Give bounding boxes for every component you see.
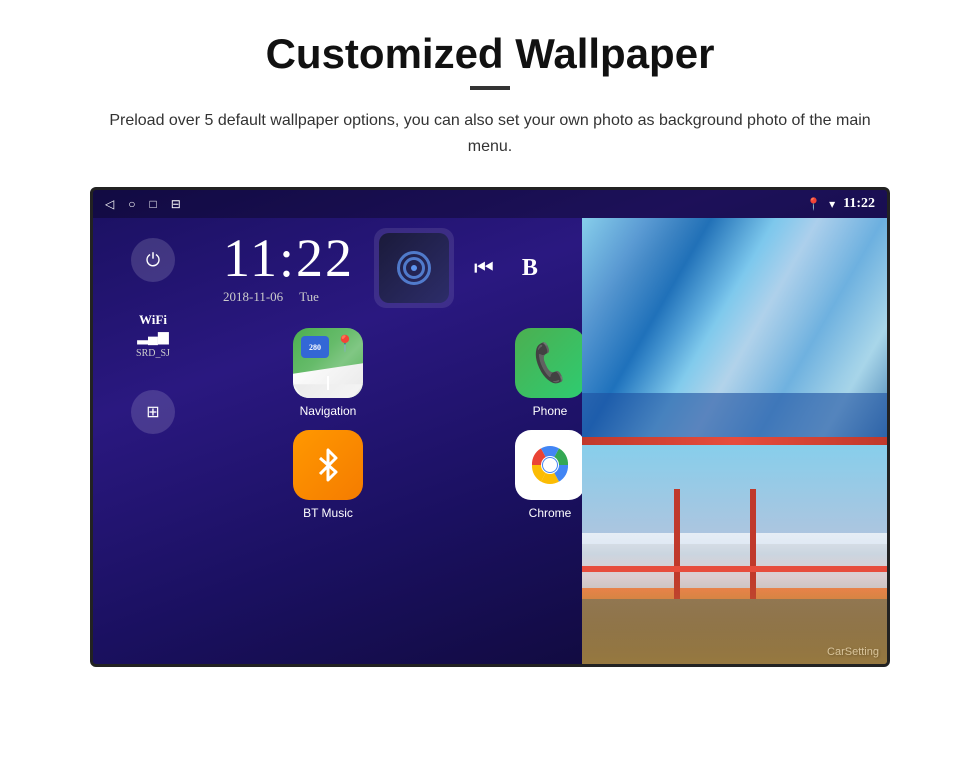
bridge-sky [582, 445, 887, 544]
android-screen: ◁ ○ □ ⊟ 📍 ▾ 11:22 ⏻ [90, 187, 890, 667]
app-navigation[interactable]: 280 📍 Navigation [223, 328, 433, 418]
back-icon[interactable]: ◁ [105, 197, 114, 212]
phone-icon: 📞 [515, 328, 585, 398]
wifi-label: WiFi [136, 312, 170, 329]
clock-date: 2018-11-06 Tue [223, 289, 354, 305]
signal-icon: ▾ [829, 197, 835, 212]
status-time: 11:22 [843, 196, 875, 212]
page-title: Customized Wallpaper [40, 30, 940, 78]
app-btmusic[interactable]: BT Music [223, 430, 433, 520]
bluetooth-svg [312, 446, 344, 484]
carsetting-label[interactable]: CarSetting [827, 646, 879, 658]
device-wrapper: ◁ ○ □ ⊟ 📍 ▾ 11:22 ⏻ [90, 187, 890, 667]
nav-pin-icon: 📍 [335, 334, 355, 354]
road-line [327, 376, 329, 390]
chrome-label: Chrome [529, 506, 572, 520]
status-left: ◁ ○ □ ⊟ [105, 197, 181, 212]
signal-dot [411, 265, 417, 271]
screenshot-icon[interactable]: ⊟ [171, 197, 181, 212]
grid-icon: ⊞ [146, 402, 159, 422]
main-content: ⏻ WiFi ▂▄▆ SRD_SJ ⊞ [93, 218, 887, 664]
power-button[interactable]: ⏻ [131, 238, 175, 282]
wifi-ssid: SRD_SJ [136, 347, 170, 360]
wallpaper-panel: CarSetting [582, 218, 887, 664]
sidebar: ⏻ WiFi ▂▄▆ SRD_SJ ⊞ [93, 218, 213, 664]
clock-day: Tue [299, 289, 319, 305]
navigation-icon: 280 📍 [293, 328, 363, 398]
clock-time: 11:22 [223, 231, 354, 285]
wifi-bars: ▂▄▆ [136, 329, 170, 347]
power-icon: ⏻ [146, 250, 160, 271]
home-icon[interactable]: ○ [128, 197, 135, 212]
bridge-tower-right [750, 489, 756, 609]
wifi-widget: WiFi ▂▄▆ SRD_SJ [136, 312, 170, 360]
apps-button[interactable]: ⊞ [131, 390, 175, 434]
phone-label: Phone [533, 404, 568, 418]
status-right: 📍 ▾ 11:22 [806, 196, 875, 212]
signal-widget [397, 251, 431, 285]
media-widget [374, 228, 454, 308]
prev-track-button[interactable]: ⏮ [474, 255, 494, 281]
wallpaper-ice[interactable] [582, 218, 887, 437]
chrome-icon [515, 430, 585, 500]
title-divider [470, 86, 510, 90]
bridge-deck [582, 566, 887, 572]
wallpaper-bridge[interactable]: CarSetting [582, 445, 887, 664]
chrome-svg [524, 439, 576, 491]
media-icon-inner [379, 233, 449, 303]
prev-icon: ⏮ [474, 255, 494, 280]
clock-date-value: 2018-11-06 [223, 289, 283, 305]
gps-icon: 📍 [806, 197, 821, 212]
navigation-label: Navigation [300, 404, 357, 418]
page-subtitle: Preload over 5 default wallpaper options… [100, 108, 880, 159]
ice-water [582, 393, 887, 437]
btmusic-icon [293, 430, 363, 500]
clock-block: 11:22 2018-11-06 Tue [223, 231, 354, 305]
bridge-fog [582, 533, 887, 588]
signal-circle-inner [403, 257, 425, 279]
recents-icon[interactable]: □ [149, 197, 156, 212]
track-letter: B [522, 255, 538, 282]
btmusic-label: BT Music [303, 506, 353, 520]
status-bar: ◁ ○ □ ⊟ 📍 ▾ 11:22 [93, 190, 887, 218]
signal-circle-outer [397, 251, 431, 285]
nav-badge: 280 [301, 336, 329, 358]
wallpaper-strip [582, 437, 887, 445]
phone-handset-icon: 📞 [525, 339, 575, 388]
bridge-tower-left [674, 489, 680, 609]
page-wrapper: Customized Wallpaper Preload over 5 defa… [0, 0, 980, 667]
bridge-ground [582, 599, 887, 665]
